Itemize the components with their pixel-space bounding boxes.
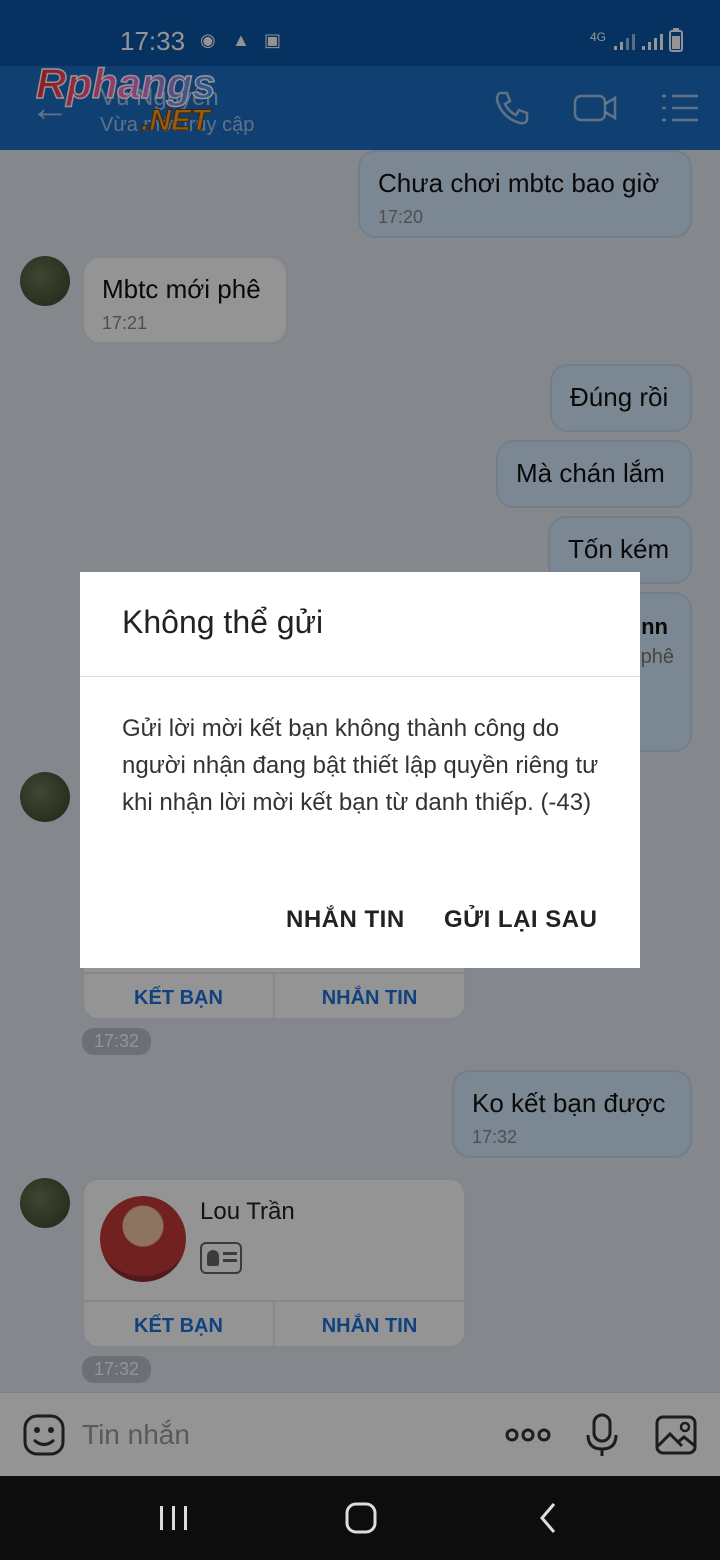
system-nav-bar xyxy=(0,1476,720,1560)
send-later-button[interactable]: GỬI LẠI SAU xyxy=(444,906,597,934)
dialog-divider xyxy=(80,676,640,677)
back-button[interactable] xyxy=(534,1498,562,1538)
dialog-title: Không thể gửi xyxy=(122,604,324,640)
home-button[interactable] xyxy=(342,1498,380,1538)
dialog-message: Gửi lời mời kết bạn không thành công do … xyxy=(122,715,599,816)
error-dialog: Không thể gửi Gửi lời mời kết bạn không … xyxy=(80,572,640,968)
recent-apps-button[interactable] xyxy=(156,1498,192,1538)
message-button[interactable]: NHẮN TIN xyxy=(286,906,405,934)
